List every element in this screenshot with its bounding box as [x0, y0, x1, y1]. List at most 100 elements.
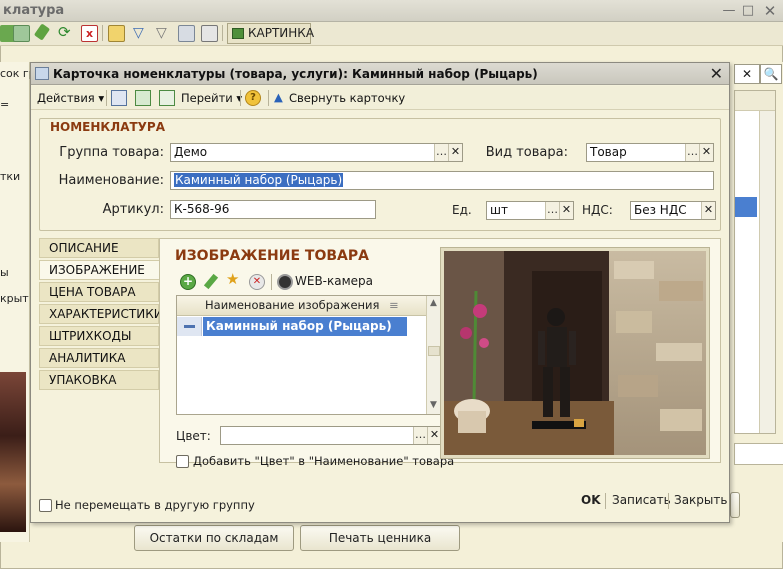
background-toolbar: ⟳ x ▽ ▽ КАРТИНКА [0, 22, 783, 46]
maximize-icon[interactable]: □ [739, 3, 757, 19]
dont-move-label: Не перемещать в другую группу [55, 498, 255, 512]
set-main-image-icon[interactable]: ★ [226, 272, 242, 288]
picture-button[interactable]: КАРТИНКА [227, 23, 314, 44]
item-card-dialog: Карточка номенклатуры (товара, услуги): … [30, 62, 730, 523]
background-right-pane: ✕ 🔍 [730, 62, 783, 542]
background-window-title: клатура [3, 3, 65, 18]
tab-analytics[interactable]: АНАЛИТИКА [39, 348, 159, 368]
copy-icon[interactable] [13, 25, 30, 42]
image-section-title: ИЗОБРАЖЕНИЕ ТОВАРА [175, 248, 369, 264]
kind-select-icon[interactable]: … [685, 144, 699, 161]
sort-icon[interactable]: ≡ [389, 296, 399, 315]
scroll-down-icon[interactable]: ▼ [430, 400, 437, 410]
left-fragment-4: ы [0, 266, 9, 279]
kind-label: Вид товара: [485, 145, 568, 160]
dialog-toolbar: Действия ▾ Перейти ▾ ? ▲ Свернуть карточ… [31, 86, 729, 110]
hierarchy-icon[interactable] [108, 25, 125, 42]
help-icon[interactable]: ? [245, 90, 261, 106]
kind-field[interactable]: Товар … ✕ [586, 143, 714, 162]
tab-packaging[interactable]: УПАКОВКА [39, 370, 159, 390]
table-scrollbar[interactable]: ▲ ▼ [426, 296, 441, 414]
refresh-icon[interactable]: ⟳ [58, 25, 75, 42]
search-icon[interactable]: 🔍 [760, 64, 782, 84]
kind-clear-icon[interactable]: ✕ [699, 144, 713, 161]
vat-field[interactable]: Без НДС ✕ [630, 201, 716, 220]
print-card-icon[interactable] [135, 90, 151, 106]
delete-mark-icon[interactable]: x [81, 25, 98, 42]
collapse-card-button[interactable]: Свернуть карточку [289, 91, 405, 105]
print-label-button[interactable]: Печать ценника [300, 525, 460, 551]
goto-icon [159, 90, 175, 106]
goto-menu[interactable]: Перейти ▾ [181, 91, 242, 105]
image-name-cell[interactable]: Каминный набор (Рыцарь) [203, 317, 407, 336]
scroll-thumb[interactable] [428, 346, 440, 356]
unit-field[interactable]: шт … ✕ [486, 201, 574, 220]
delete-image-icon[interactable]: ✕ [249, 274, 265, 290]
product-photo [440, 247, 710, 459]
row-marker-icon [177, 317, 202, 336]
actions-menu[interactable]: Действия ▾ [37, 91, 104, 105]
name-label: Наименование: [58, 173, 164, 188]
tab-image[interactable]: ИЗОБРАЖЕНИЕ [39, 260, 163, 280]
filter-icon[interactable]: ▽ [133, 25, 150, 42]
edit-image-icon[interactable] [203, 273, 219, 290]
group-select-icon[interactable]: … [434, 144, 448, 161]
add-color-checkbox-label: Добавить "Цвет" в "Наименование" товара [193, 454, 455, 468]
group-field[interactable]: Демо … ✕ [170, 143, 463, 162]
article-field[interactable]: К-568-96 [170, 200, 376, 219]
stock-button[interactable]: Остатки по складам [134, 525, 294, 551]
close-icon[interactable]: ✕ [761, 3, 779, 19]
background-titlebar: клатура — □ ✕ [0, 0, 783, 22]
nomenclature-panel: НОМЕНКЛАТУРА Группа товара: Демо … ✕ Вид… [39, 118, 721, 231]
dialog-titlebar: Карточка номенклатуры (товара, услуги): … [31, 63, 729, 85]
left-fragment-2: = [0, 98, 10, 111]
color-clear-icon[interactable]: ✕ [427, 427, 441, 444]
article-label: Артикул: [102, 202, 164, 217]
dialog-close-icon[interactable]: ✕ [710, 64, 723, 83]
scrollbar[interactable] [759, 111, 775, 433]
unit-label: Ед. [452, 203, 472, 217]
images-table: Наименование изображения ≡ Каминный набо… [176, 295, 442, 415]
color-label: Цвет: [176, 429, 211, 443]
unit-clear-icon[interactable]: ✕ [559, 202, 573, 219]
tab-barcodes[interactable]: ШТРИХКОДЫ [39, 326, 159, 346]
tab-description[interactable]: ОПИСАНИЕ [39, 238, 159, 258]
color-select-icon[interactable]: … [413, 427, 427, 444]
name-field[interactable]: Каминный набор (Рыцарь) [170, 171, 714, 190]
group-clear-icon[interactable]: ✕ [448, 144, 462, 161]
images-table-header[interactable]: Наименование изображения ≡ [177, 296, 427, 316]
nomenclature-header: НОМЕНКЛАТУРА [50, 120, 166, 134]
tab-price[interactable]: ЦЕНА ТОВАРА [39, 282, 159, 302]
collapse-arrow-icon: ▲ [274, 90, 283, 104]
close-button[interactable]: Закрыть [674, 493, 727, 507]
add-image-icon[interactable]: + [180, 274, 196, 290]
card-icon [35, 67, 49, 80]
webcam-icon [277, 274, 293, 290]
save-button[interactable]: Записать [612, 493, 671, 507]
color-field[interactable]: … ✕ [220, 426, 442, 445]
ok-button[interactable]: OK [581, 493, 601, 507]
minimize-icon[interactable]: — [720, 3, 738, 19]
edit-icon[interactable] [33, 23, 51, 41]
tab-characteristics[interactable]: ХАРАКТЕРИСТИКИ [39, 304, 163, 324]
dont-move-checkbox[interactable] [39, 499, 52, 512]
selected-row[interactable] [735, 197, 757, 217]
clear-search-icon[interactable]: ✕ [734, 64, 760, 84]
unit-select-icon[interactable]: … [545, 202, 559, 219]
image-tab-panel: ИЗОБРАЖЕНИЕ ТОВАРА + ★ ✕ WEB-камера Наим… [159, 238, 721, 468]
dialog-title: Карточка номенклатуры (товара, услуги): … [53, 67, 538, 81]
table-row[interactable]: Каминный набор (Рыцарь) [177, 317, 427, 336]
scroll-up-icon[interactable]: ▲ [430, 298, 437, 308]
left-fragment-5: крыт [0, 292, 29, 305]
background-list[interactable] [734, 90, 776, 434]
picture-icon [232, 28, 244, 39]
group-label: Группа товара: [59, 145, 164, 160]
webcam-button[interactable]: WEB-камера [295, 274, 373, 288]
left-fragment-3: тки [0, 170, 21, 183]
structure-icon[interactable] [111, 90, 127, 106]
print-icon[interactable] [201, 25, 218, 42]
vat-clear-icon[interactable]: ✕ [701, 202, 715, 219]
clear-filter-icon[interactable]: ▽ [156, 25, 173, 42]
settings-icon[interactable] [178, 25, 195, 42]
add-color-checkbox[interactable] [176, 455, 189, 468]
